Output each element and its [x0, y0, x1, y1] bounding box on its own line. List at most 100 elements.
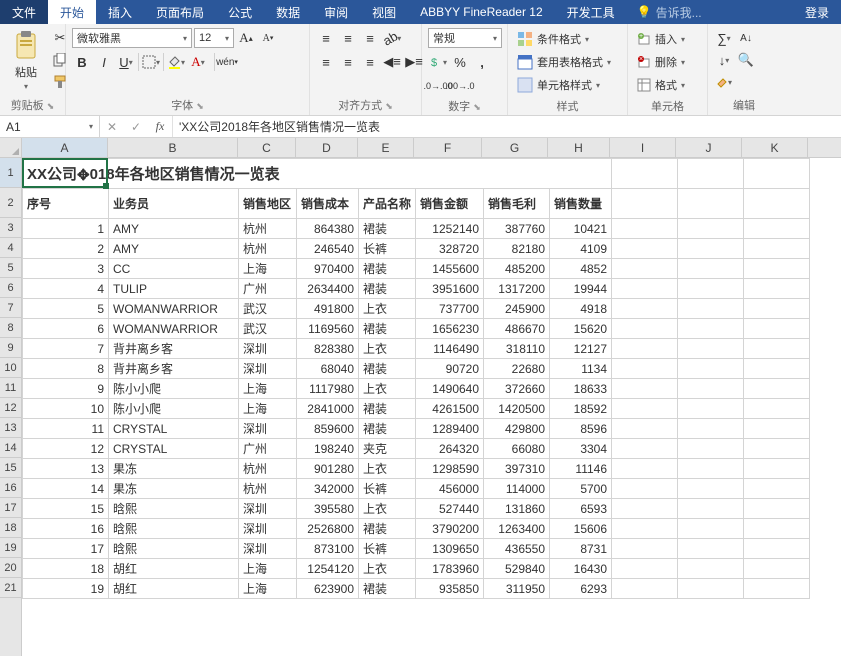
- cell[interactable]: [744, 259, 810, 279]
- cell[interactable]: [744, 399, 810, 419]
- border-button[interactable]: ▾: [141, 52, 161, 72]
- cell[interactable]: 16430: [550, 559, 612, 579]
- cell[interactable]: 311950: [484, 579, 550, 599]
- title-cell[interactable]: XX公司✥018年各地区销售情况一览表: [23, 159, 612, 189]
- cell[interactable]: 2: [23, 239, 109, 259]
- percent-button[interactable]: %: [450, 52, 470, 72]
- cell[interactable]: [744, 159, 810, 189]
- cell[interactable]: [678, 419, 744, 439]
- cell[interactable]: 318110: [484, 339, 550, 359]
- col-header[interactable]: I: [610, 138, 676, 157]
- cell[interactable]: [678, 479, 744, 499]
- cell[interactable]: [678, 399, 744, 419]
- tab-abbyy[interactable]: ABBYY FineReader 12: [408, 0, 555, 24]
- cell[interactable]: [744, 479, 810, 499]
- cell[interactable]: [744, 339, 810, 359]
- tab-home[interactable]: 开始: [48, 0, 96, 24]
- cell[interactable]: 8731: [550, 539, 612, 559]
- row-header[interactable]: 19: [0, 538, 21, 558]
- cell[interactable]: 328720: [416, 239, 484, 259]
- cell[interactable]: [612, 539, 678, 559]
- login-button[interactable]: 登录: [793, 0, 841, 24]
- comma-button[interactable]: ,: [472, 52, 492, 72]
- cell[interactable]: 859600: [297, 419, 359, 439]
- number-format-combo[interactable]: 常规▾: [428, 28, 502, 48]
- cell[interactable]: 销售成本: [297, 189, 359, 219]
- cell[interactable]: 上衣: [359, 379, 416, 399]
- cell[interactable]: [612, 159, 678, 189]
- cell[interactable]: 上海: [239, 559, 297, 579]
- cell[interactable]: 深圳: [239, 499, 297, 519]
- cell[interactable]: 4852: [550, 259, 612, 279]
- cell[interactable]: 上衣: [359, 559, 416, 579]
- cell[interactable]: 436550: [484, 539, 550, 559]
- col-header[interactable]: K: [742, 138, 808, 157]
- cell[interactable]: 1783960: [416, 559, 484, 579]
- format-cells-button[interactable]: 格式▾: [634, 74, 702, 96]
- row-header[interactable]: 18: [0, 518, 21, 538]
- orientation-button[interactable]: ab▾: [382, 28, 402, 48]
- format-as-table-button[interactable]: 套用表格格式▾: [514, 51, 622, 73]
- cell[interactable]: [678, 539, 744, 559]
- cell[interactable]: 胡红: [109, 579, 239, 599]
- cell[interactable]: 1117980: [297, 379, 359, 399]
- cell[interactable]: [678, 259, 744, 279]
- cell[interactable]: [744, 439, 810, 459]
- cell[interactable]: [678, 559, 744, 579]
- cell[interactable]: 8596: [550, 419, 612, 439]
- cell[interactable]: 1134: [550, 359, 612, 379]
- row-header[interactable]: 16: [0, 478, 21, 498]
- cell[interactable]: 16: [23, 519, 109, 539]
- cell[interactable]: 长裤: [359, 479, 416, 499]
- cell[interactable]: WOMANWARRIOR: [109, 319, 239, 339]
- row-header[interactable]: 15: [0, 458, 21, 478]
- cell[interactable]: [744, 379, 810, 399]
- tab-data[interactable]: 数据: [264, 0, 312, 24]
- cell[interactable]: [744, 419, 810, 439]
- cell[interactable]: 90720: [416, 359, 484, 379]
- row-header[interactable]: 5: [0, 258, 21, 278]
- col-header[interactable]: B: [108, 138, 238, 157]
- cell[interactable]: [678, 239, 744, 259]
- cell[interactable]: [744, 319, 810, 339]
- cell[interactable]: 15: [23, 499, 109, 519]
- cell[interactable]: [612, 519, 678, 539]
- autosum-button[interactable]: ∑▾: [714, 28, 734, 48]
- cell[interactable]: 1420500: [484, 399, 550, 419]
- fill-color-button[interactable]: ▾: [166, 52, 186, 72]
- cell[interactable]: 623900: [297, 579, 359, 599]
- cell[interactable]: [744, 359, 810, 379]
- cell[interactable]: [678, 189, 744, 219]
- tab-view[interactable]: 视图: [360, 0, 408, 24]
- cell[interactable]: 1252140: [416, 219, 484, 239]
- font-color-button[interactable]: A▾: [188, 52, 208, 72]
- cell[interactable]: 3790200: [416, 519, 484, 539]
- increase-font-button[interactable]: A▴: [236, 28, 256, 48]
- select-all-corner[interactable]: [0, 138, 22, 157]
- cell[interactable]: 13: [23, 459, 109, 479]
- cell[interactable]: [744, 189, 810, 219]
- cell[interactable]: [678, 459, 744, 479]
- cell[interactable]: [612, 399, 678, 419]
- cell[interactable]: 1: [23, 219, 109, 239]
- cell[interactable]: [744, 219, 810, 239]
- cell[interactable]: 1169560: [297, 319, 359, 339]
- cell[interactable]: 82180: [484, 239, 550, 259]
- cell[interactable]: 264320: [416, 439, 484, 459]
- cell[interactable]: 背井离乡客: [109, 339, 239, 359]
- col-header[interactable]: G: [482, 138, 548, 157]
- name-box[interactable]: A1▾: [0, 116, 100, 137]
- cell[interactable]: 武汉: [239, 299, 297, 319]
- cell[interactable]: 828380: [297, 339, 359, 359]
- cell[interactable]: 3951600: [416, 279, 484, 299]
- cell[interactable]: 387760: [484, 219, 550, 239]
- cell[interactable]: 长裤: [359, 239, 416, 259]
- cell[interactable]: 1298590: [416, 459, 484, 479]
- cell[interactable]: 销售金额: [416, 189, 484, 219]
- cell[interactable]: 11: [23, 419, 109, 439]
- cell[interactable]: [612, 319, 678, 339]
- cell[interactable]: 武汉: [239, 319, 297, 339]
- cell[interactable]: [678, 319, 744, 339]
- cell[interactable]: [744, 579, 810, 599]
- confirm-formula-button[interactable]: ✓: [124, 116, 148, 137]
